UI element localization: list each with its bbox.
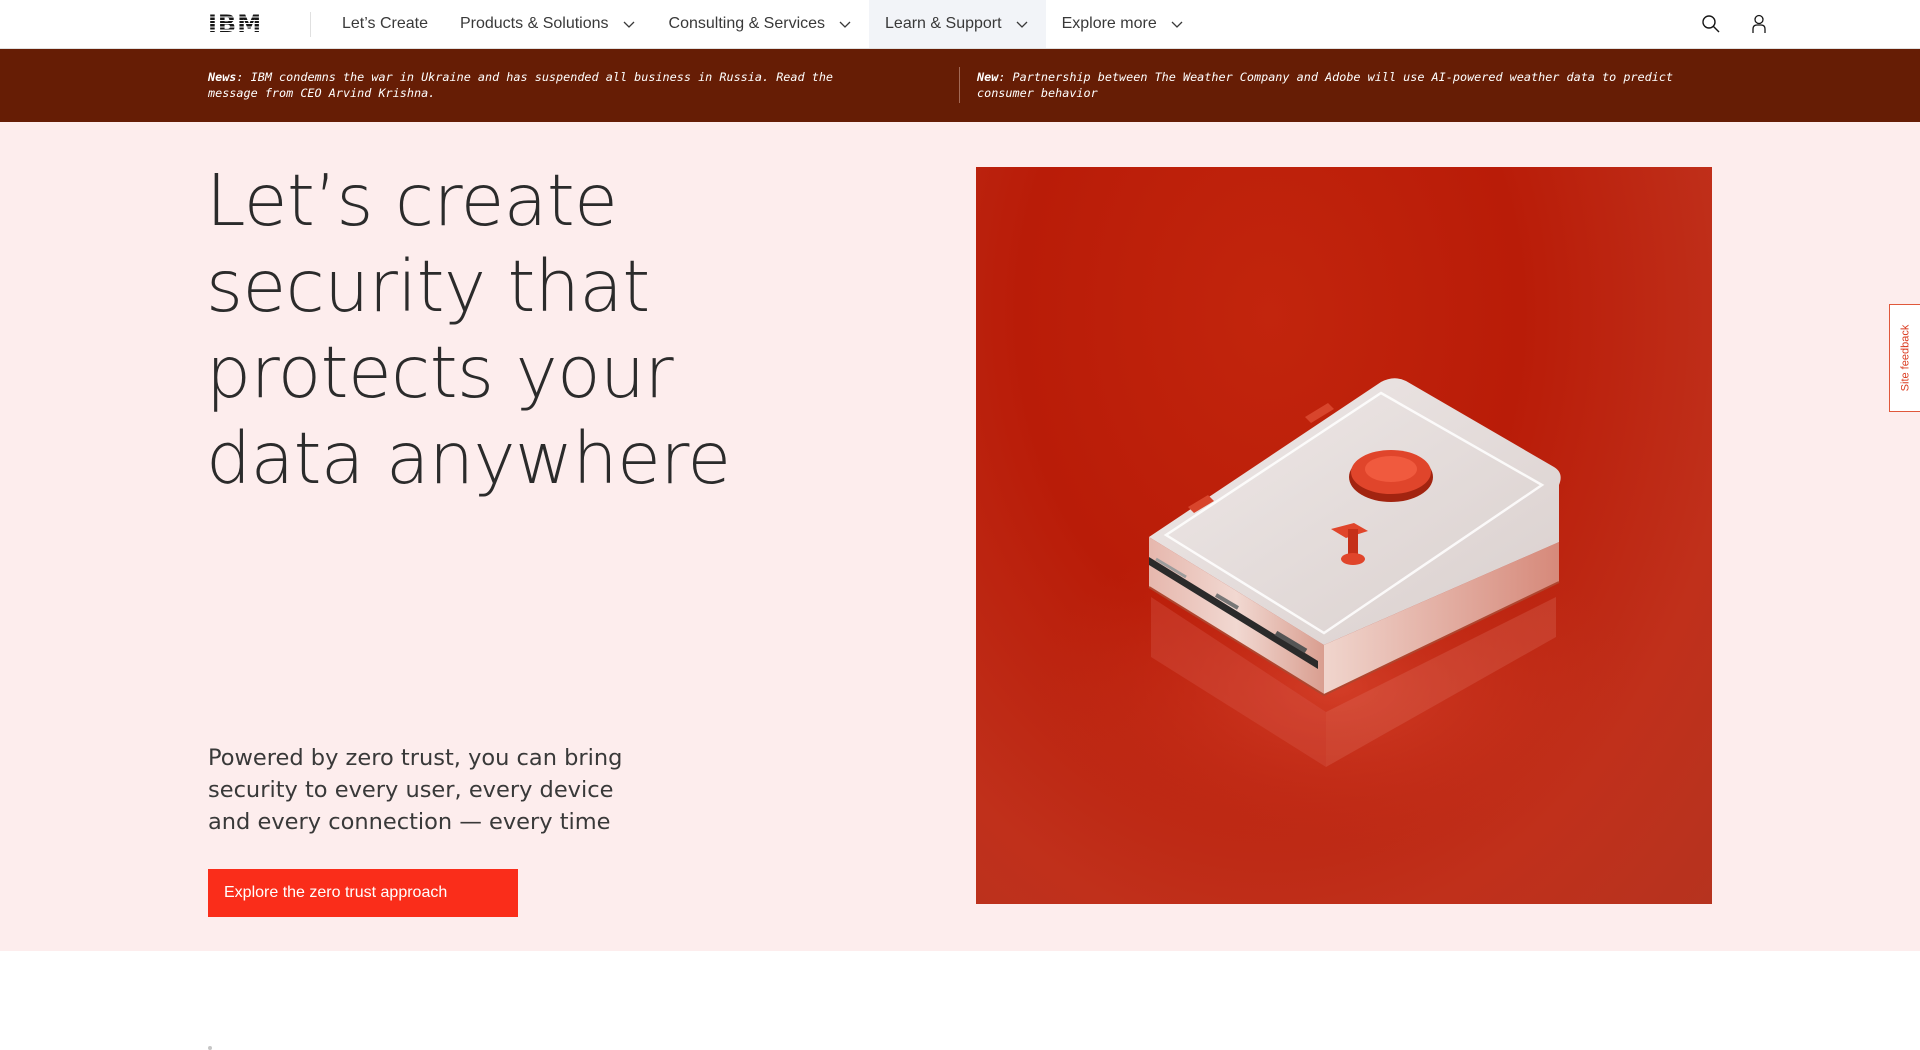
news-band: News: IBM condemns the war in Ukraine an…	[0, 49, 1920, 122]
nav-item-label: Consulting & Services	[668, 15, 826, 32]
site-feedback-label: Site feedback	[1899, 324, 1911, 392]
nav-item-learn-support[interactable]: Learn & Support	[869, 0, 1046, 48]
header-actions	[1687, 0, 1783, 48]
news-separator	[959, 67, 960, 103]
hero: Let’s create security that protects your…	[0, 122, 1920, 951]
nav-item-label: Let’s Create	[342, 15, 428, 32]
chevron-down-icon	[623, 21, 634, 28]
site-feedback-tab[interactable]: Site feedback	[1889, 304, 1920, 412]
ibm-logo-text: IBM	[208, 10, 263, 38]
news-text: : Partnership between The Weather Compan…	[977, 70, 1674, 100]
hero-image-safe	[976, 167, 1712, 904]
nav-item-label: Explore more	[1061, 15, 1157, 32]
hero-title: Let’s create security that protects your…	[206, 159, 731, 500]
section-indicator	[208, 1046, 212, 1050]
user-profile-button[interactable]	[1735, 0, 1783, 48]
nav-item-label: Products & Solutions	[459, 15, 609, 32]
nav-divider	[310, 12, 311, 37]
ibm-logo[interactable]: IBM	[208, 11, 270, 37]
chevron-down-icon	[839, 21, 851, 28]
nav-item-products-solutions[interactable]: Products & Solutions	[444, 0, 653, 48]
nav-item-explore-more[interactable]: Explore more	[1046, 0, 1201, 48]
chevron-down-icon	[1016, 21, 1028, 28]
main-nav: Let’s Create Products & Solutions Consul…	[326, 0, 1201, 48]
nav-item-consulting-services[interactable]: Consulting & Services	[653, 0, 870, 48]
search-icon	[1702, 15, 1720, 33]
nav-item-label: Learn & Support	[885, 15, 1002, 32]
safe-illustration	[1036, 378, 1636, 857]
explore-zero-trust-button[interactable]: Explore the zero trust approach	[208, 869, 518, 917]
masthead: IBM Let’s Create Products & Solutions Co…	[0, 0, 1920, 49]
nav-item-lets-create[interactable]: Let’s Create	[326, 0, 444, 48]
news-prefix: New	[977, 70, 999, 84]
hero-subtitle: Powered by zero trust, you can bring sec…	[208, 745, 623, 835]
news-link-weather-adobe[interactable]: New: Partnership between The Weather Com…	[977, 69, 1697, 101]
news-prefix: News	[208, 70, 237, 84]
news-link-ukraine[interactable]: News: IBM condemns the war in Ukraine an…	[208, 69, 888, 101]
user-icon	[1752, 14, 1766, 33]
search-button[interactable]	[1687, 0, 1735, 48]
news-text: : IBM condemns the war in Ukraine and ha…	[208, 70, 834, 100]
chevron-down-icon	[1171, 21, 1183, 28]
